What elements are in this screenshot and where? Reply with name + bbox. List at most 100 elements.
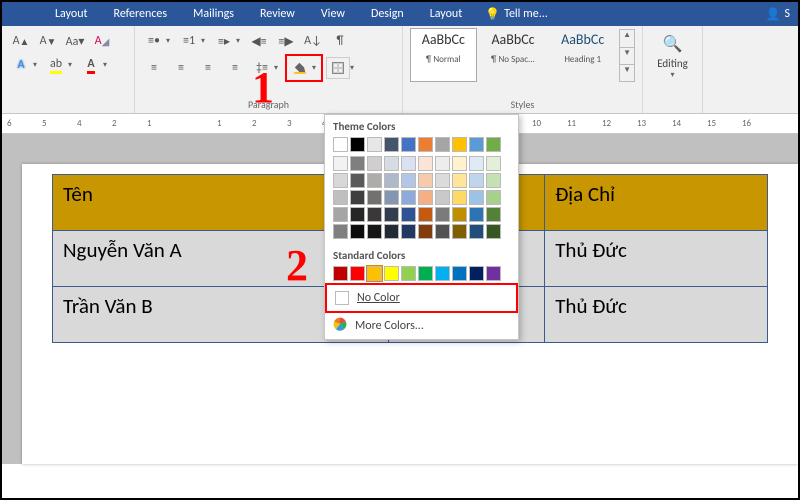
color-swatch[interactable] <box>333 190 348 205</box>
color-swatch[interactable] <box>350 156 365 171</box>
color-swatch[interactable] <box>452 224 467 239</box>
text-effects-icon[interactable]: A <box>9 54 33 76</box>
bullets-icon[interactable]: ≡• <box>142 30 166 52</box>
td[interactable]: Thủ Đức <box>545 231 768 287</box>
font-shrink-icon[interactable]: A▼ <box>36 30 60 52</box>
tab-references[interactable]: References <box>101 2 181 26</box>
tab-view[interactable]: View <box>308 2 358 26</box>
color-swatch[interactable] <box>367 137 382 152</box>
shading-button[interactable] <box>288 57 312 79</box>
color-swatch[interactable] <box>367 207 382 222</box>
dropdown-icon[interactable]: ▾ <box>350 63 358 73</box>
color-swatch[interactable] <box>401 207 416 222</box>
color-swatch[interactable] <box>486 173 501 188</box>
tab-layout2[interactable]: Layout <box>417 2 476 26</box>
align-center-icon[interactable]: ≡ <box>169 57 193 79</box>
color-swatch[interactable] <box>384 137 399 152</box>
color-swatch[interactable] <box>435 190 450 205</box>
numbering-icon[interactable]: ≡1 <box>177 30 201 52</box>
color-swatch[interactable] <box>333 224 348 239</box>
color-swatch[interactable] <box>486 137 501 152</box>
color-swatch[interactable] <box>452 190 467 205</box>
color-swatch[interactable] <box>418 224 433 239</box>
no-color-item[interactable]: No Color <box>327 287 516 309</box>
color-swatch[interactable] <box>384 207 399 222</box>
color-swatch[interactable] <box>486 156 501 171</box>
color-swatch[interactable] <box>367 190 382 205</box>
sort-icon[interactable]: A↓ <box>301 30 325 52</box>
color-swatch[interactable] <box>350 137 365 152</box>
color-swatch[interactable] <box>401 173 416 188</box>
color-swatch[interactable] <box>401 224 416 239</box>
find-icon[interactable]: 🔍 <box>663 34 683 54</box>
dropdown-icon[interactable]: ▾ <box>68 60 76 70</box>
color-swatch[interactable] <box>435 156 450 171</box>
color-swatch[interactable] <box>418 190 433 205</box>
style-normal[interactable]: AaBbCc¶ Normal <box>410 28 477 82</box>
color-swatch[interactable] <box>486 224 501 239</box>
color-swatch[interactable] <box>418 156 433 171</box>
color-swatch[interactable] <box>401 137 416 152</box>
dropdown-icon[interactable]: ▾ <box>166 36 174 46</box>
borders-icon[interactable] <box>326 57 350 79</box>
color-swatch[interactable] <box>486 207 501 222</box>
shading-dropdown-icon[interactable]: ▾ <box>312 63 320 73</box>
color-swatch[interactable] <box>469 156 484 171</box>
color-swatch[interactable] <box>418 137 433 152</box>
clear-format-icon[interactable]: A◢ <box>90 30 114 52</box>
color-swatch[interactable] <box>333 173 348 188</box>
color-swatch[interactable] <box>350 224 365 239</box>
color-swatch[interactable] <box>435 207 450 222</box>
highlight-icon[interactable]: ab <box>44 54 68 76</box>
tab-layout[interactable]: Layout <box>42 2 101 26</box>
justify-icon[interactable]: ≡ <box>223 57 247 79</box>
font-color-icon[interactable]: A <box>79 54 103 76</box>
color-swatch[interactable] <box>452 173 467 188</box>
color-swatch[interactable] <box>350 190 365 205</box>
editing-label[interactable]: Editing <box>657 57 688 70</box>
align-right-icon[interactable]: ≡ <box>196 57 220 79</box>
color-swatch[interactable] <box>469 207 484 222</box>
show-marks-icon[interactable]: ¶ <box>328 30 352 52</box>
color-swatch[interactable] <box>418 207 433 222</box>
color-swatch[interactable] <box>418 173 433 188</box>
color-swatch[interactable] <box>333 207 348 222</box>
more-colors-item[interactable]: More Colors... <box>325 313 518 339</box>
tab-design[interactable]: Design <box>358 2 417 26</box>
color-swatch[interactable] <box>401 156 416 171</box>
color-swatch[interactable] <box>350 207 365 222</box>
share-button[interactable]: 👤S <box>758 7 798 22</box>
color-swatch[interactable] <box>333 266 348 281</box>
dropdown-icon[interactable]: ▾ <box>33 60 41 70</box>
color-swatch[interactable] <box>469 266 484 281</box>
color-swatch[interactable] <box>469 173 484 188</box>
color-swatch[interactable] <box>418 266 433 281</box>
tab-mailings[interactable]: Mailings <box>180 2 247 26</box>
tell-me[interactable]: 💡Tell me... <box>475 7 558 22</box>
color-swatch[interactable] <box>384 224 399 239</box>
color-swatch[interactable] <box>469 224 484 239</box>
color-swatch[interactable] <box>469 137 484 152</box>
color-swatch[interactable] <box>452 156 467 171</box>
change-case-icon[interactable]: Aa▾ <box>63 30 87 52</box>
style-no-spacing[interactable]: AaBbCc¶ No Spac... <box>480 28 547 82</box>
color-swatch[interactable] <box>333 137 348 152</box>
color-swatch[interactable] <box>367 266 382 281</box>
tab-review[interactable]: Review <box>247 2 308 26</box>
multilevel-icon[interactable]: ≡▸ <box>212 30 236 52</box>
color-swatch[interactable] <box>435 173 450 188</box>
dropdown-icon[interactable]: ▾ <box>103 60 111 70</box>
color-swatch[interactable] <box>350 266 365 281</box>
color-swatch[interactable] <box>469 190 484 205</box>
color-swatch[interactable] <box>401 266 416 281</box>
color-swatch[interactable] <box>367 173 382 188</box>
color-swatch[interactable] <box>367 156 382 171</box>
color-swatch[interactable] <box>384 173 399 188</box>
color-swatch[interactable] <box>367 224 382 239</box>
color-swatch[interactable] <box>384 266 399 281</box>
expand-icon[interactable]: ▼ <box>620 64 634 81</box>
style-heading-1[interactable]: AaBbCcHeading 1 <box>549 28 616 82</box>
color-swatch[interactable] <box>486 266 501 281</box>
color-swatch[interactable] <box>333 156 348 171</box>
color-swatch[interactable] <box>486 190 501 205</box>
